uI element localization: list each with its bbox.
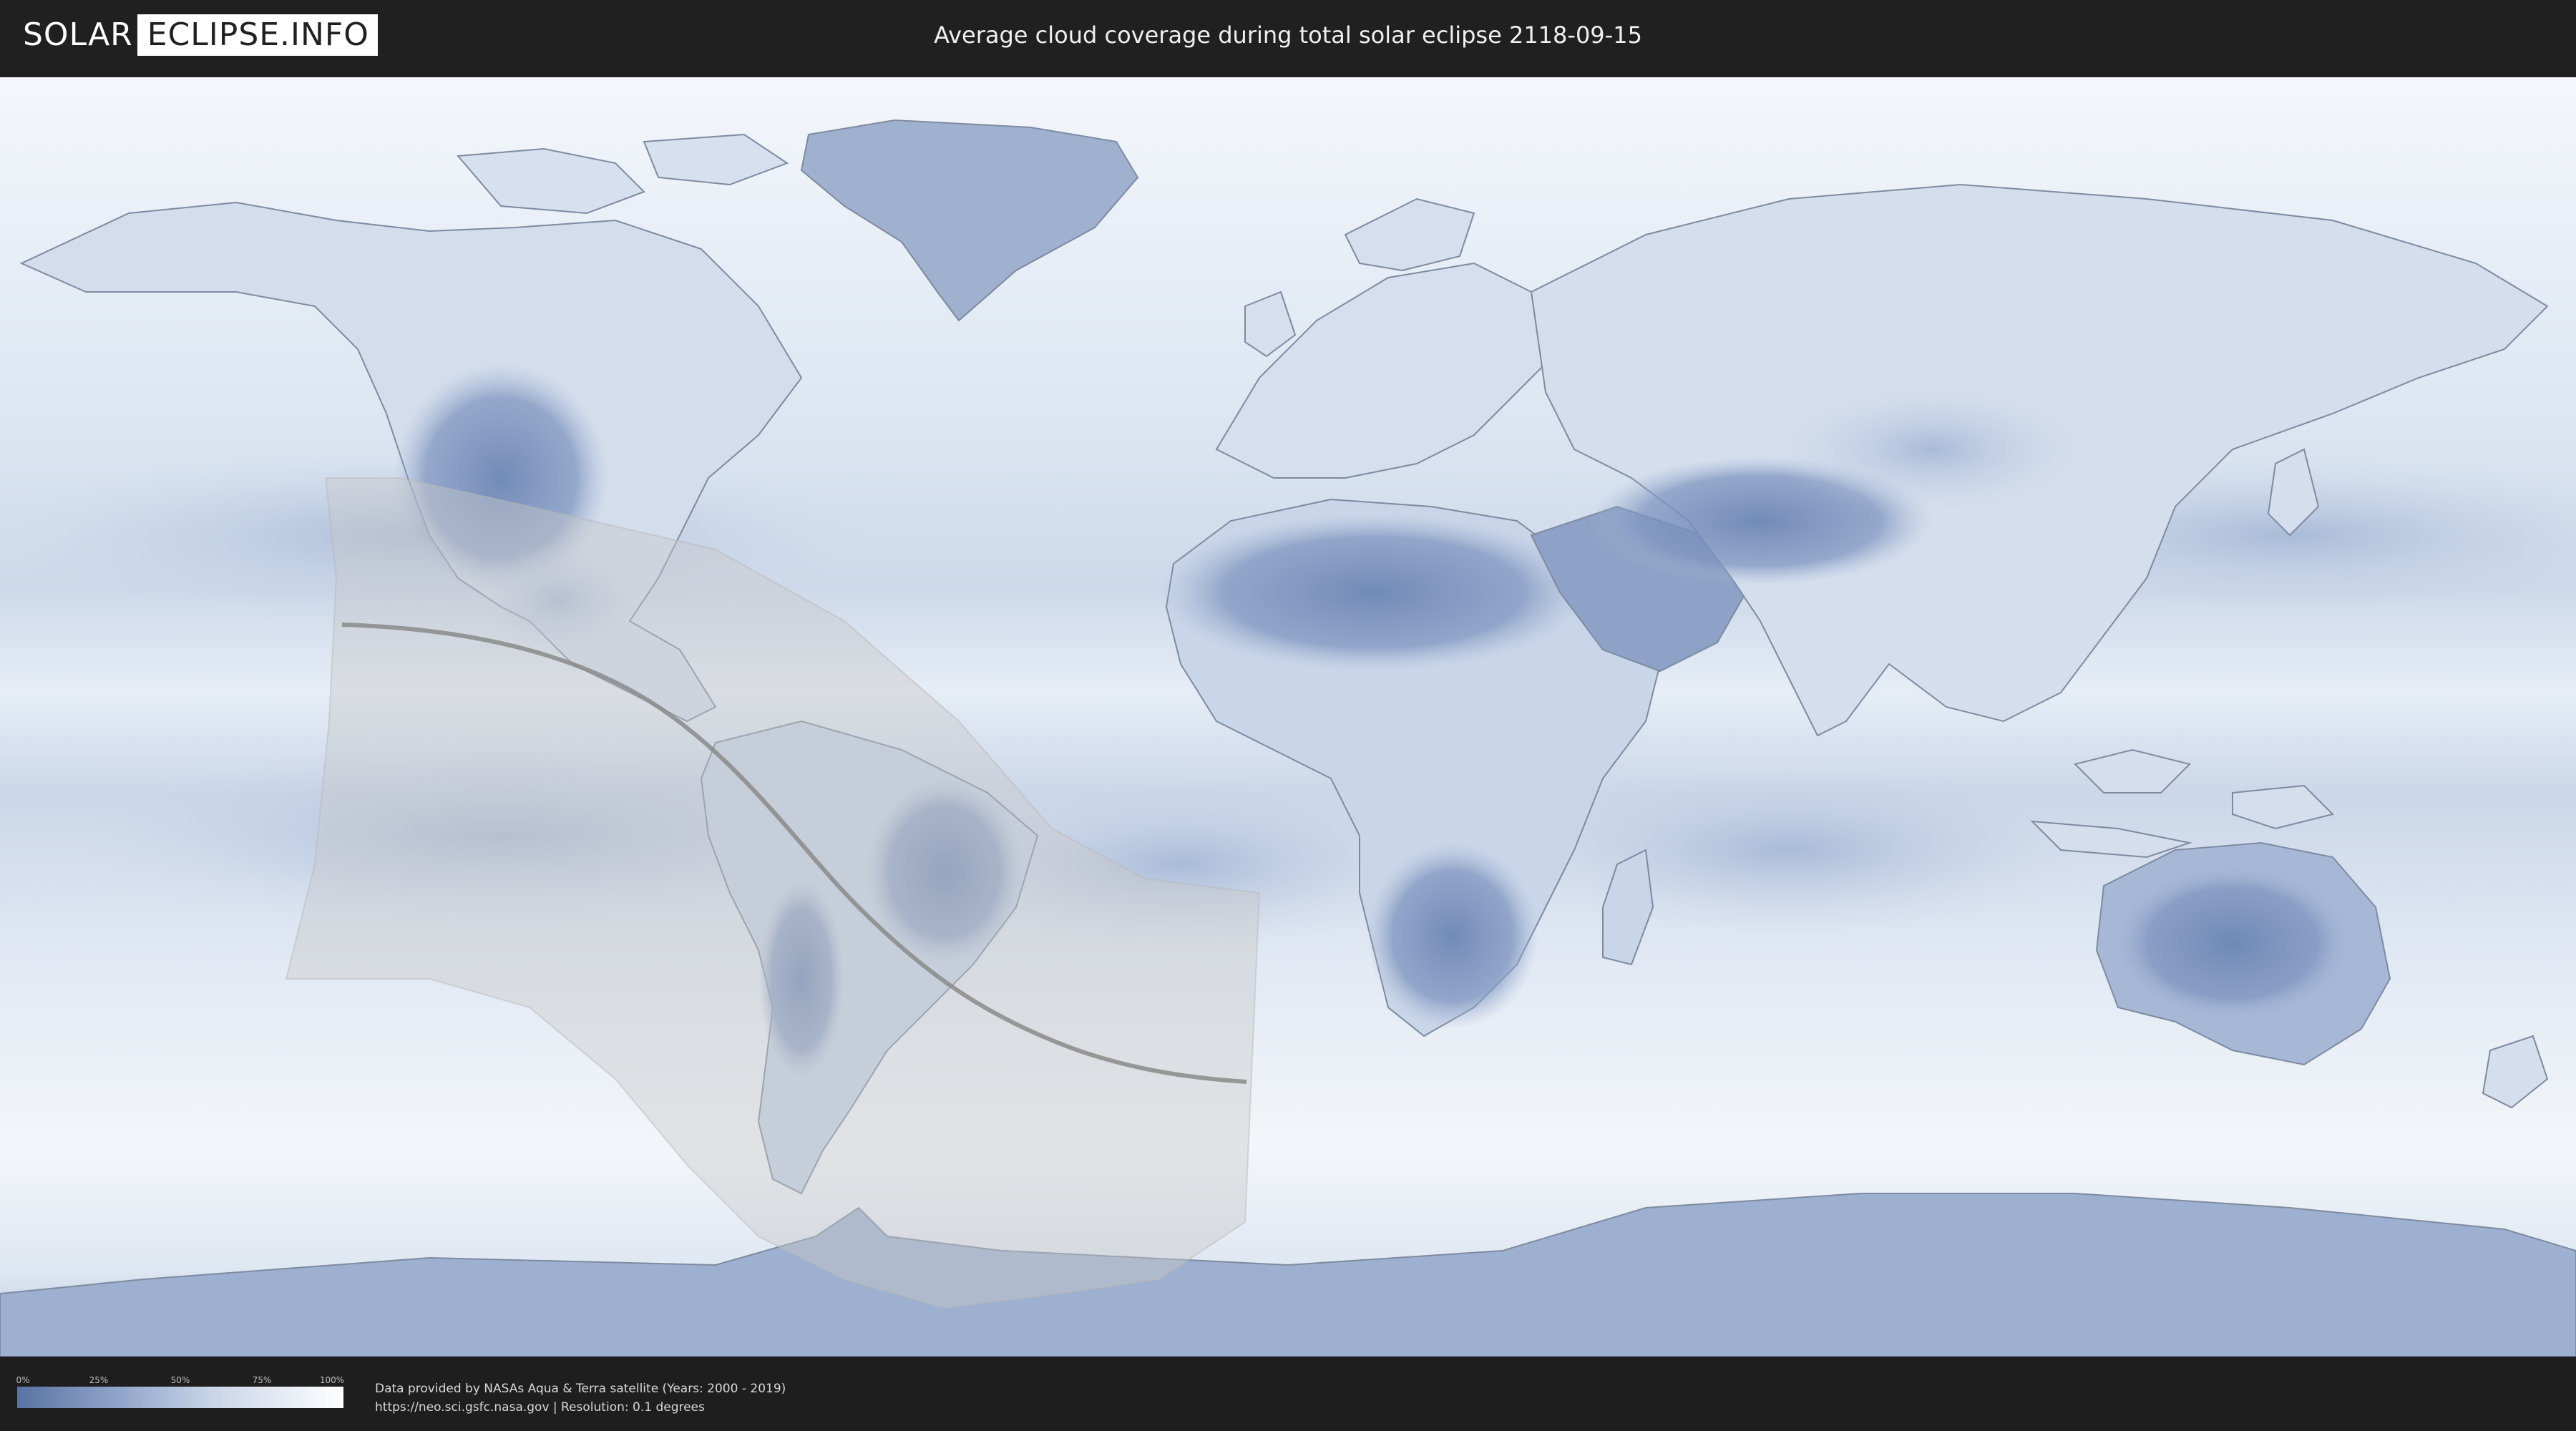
page-title: Average cloud coverage during total sola… bbox=[934, 21, 1642, 49]
clear-sky-sahara bbox=[1159, 514, 1589, 671]
legend-tick-75: 75% bbox=[252, 1375, 272, 1385]
credit-line-source: Data provided by NASAs Aqua & Terra sate… bbox=[375, 1382, 786, 1396]
clear-sky-mongolia bbox=[1775, 385, 2089, 514]
legend-tick-50: 50% bbox=[170, 1375, 190, 1385]
legend-tick-100: 100% bbox=[319, 1375, 345, 1385]
clear-sky-southern-africa bbox=[1367, 843, 1538, 1029]
legend-tick-25: 25% bbox=[89, 1375, 109, 1385]
clear-sky-australia bbox=[2111, 864, 2354, 1022]
legend-tick-0: 0% bbox=[16, 1375, 30, 1385]
legend-ticks: 0% 25% 50% 75% 100% bbox=[16, 1375, 345, 1387]
cloud-coverage-legend: 0% 25% 50% 75% 100% bbox=[16, 1375, 345, 1408]
cloud-coverage-map[interactable] bbox=[0, 77, 2576, 1357]
legend-gradient-bar bbox=[17, 1387, 343, 1408]
credit-line-url: https://neo.sci.gsfc.nasa.gov | Resoluti… bbox=[375, 1400, 705, 1415]
header-bar: SOLAR ECLIPSE.INFO Average cloud coverag… bbox=[0, 0, 2576, 72]
footer-bar: 0% 25% 50% 75% 100% Data provided by NAS… bbox=[0, 1359, 2576, 1431]
world-map-svg bbox=[0, 77, 2576, 1357]
data-credits: Data provided by NASAs Aqua & Terra sate… bbox=[375, 1379, 786, 1417]
